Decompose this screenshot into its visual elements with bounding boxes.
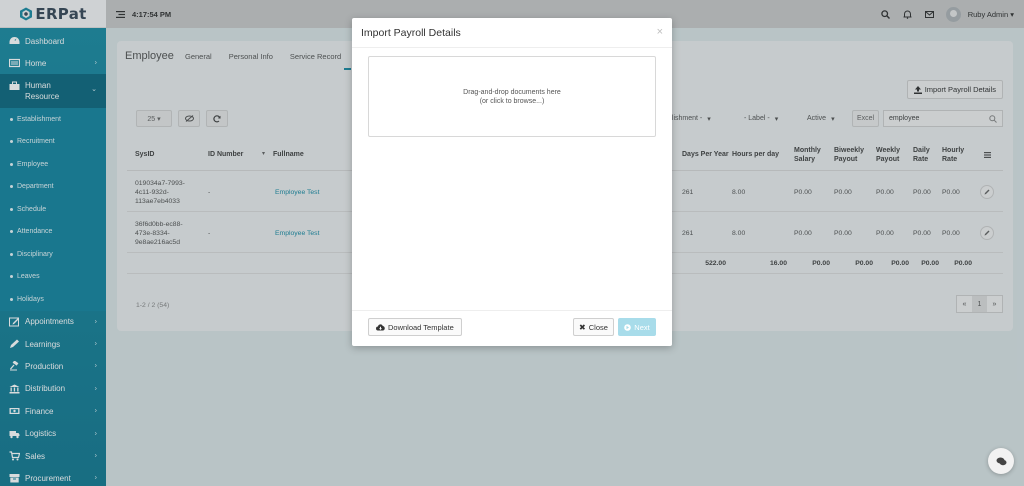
x-icon: ✖ (579, 322, 586, 332)
modal-title: Import Payroll Details (361, 27, 461, 39)
import-payroll-modal: Import Payroll Details × Drag-and-drop d… (352, 18, 672, 346)
next-button[interactable]: Next (618, 318, 656, 336)
cloud-download-icon (376, 323, 385, 330)
dropzone-text: Drag-and-drop documents here (463, 88, 561, 96)
divider (352, 47, 672, 48)
chat-button[interactable] (988, 448, 1014, 474)
close-button[interactable]: ✖ Close (573, 318, 614, 336)
chat-icon (996, 457, 1006, 465)
download-template-button[interactable]: Download Template (368, 318, 462, 336)
close-icon[interactable]: × (657, 26, 663, 38)
dropzone-subtext: (or click to browse...) (479, 97, 545, 105)
file-dropzone[interactable]: Drag-and-drop documents here (or click t… (368, 56, 656, 137)
divider (352, 310, 672, 311)
arrow-circle-right-icon (624, 323, 632, 331)
